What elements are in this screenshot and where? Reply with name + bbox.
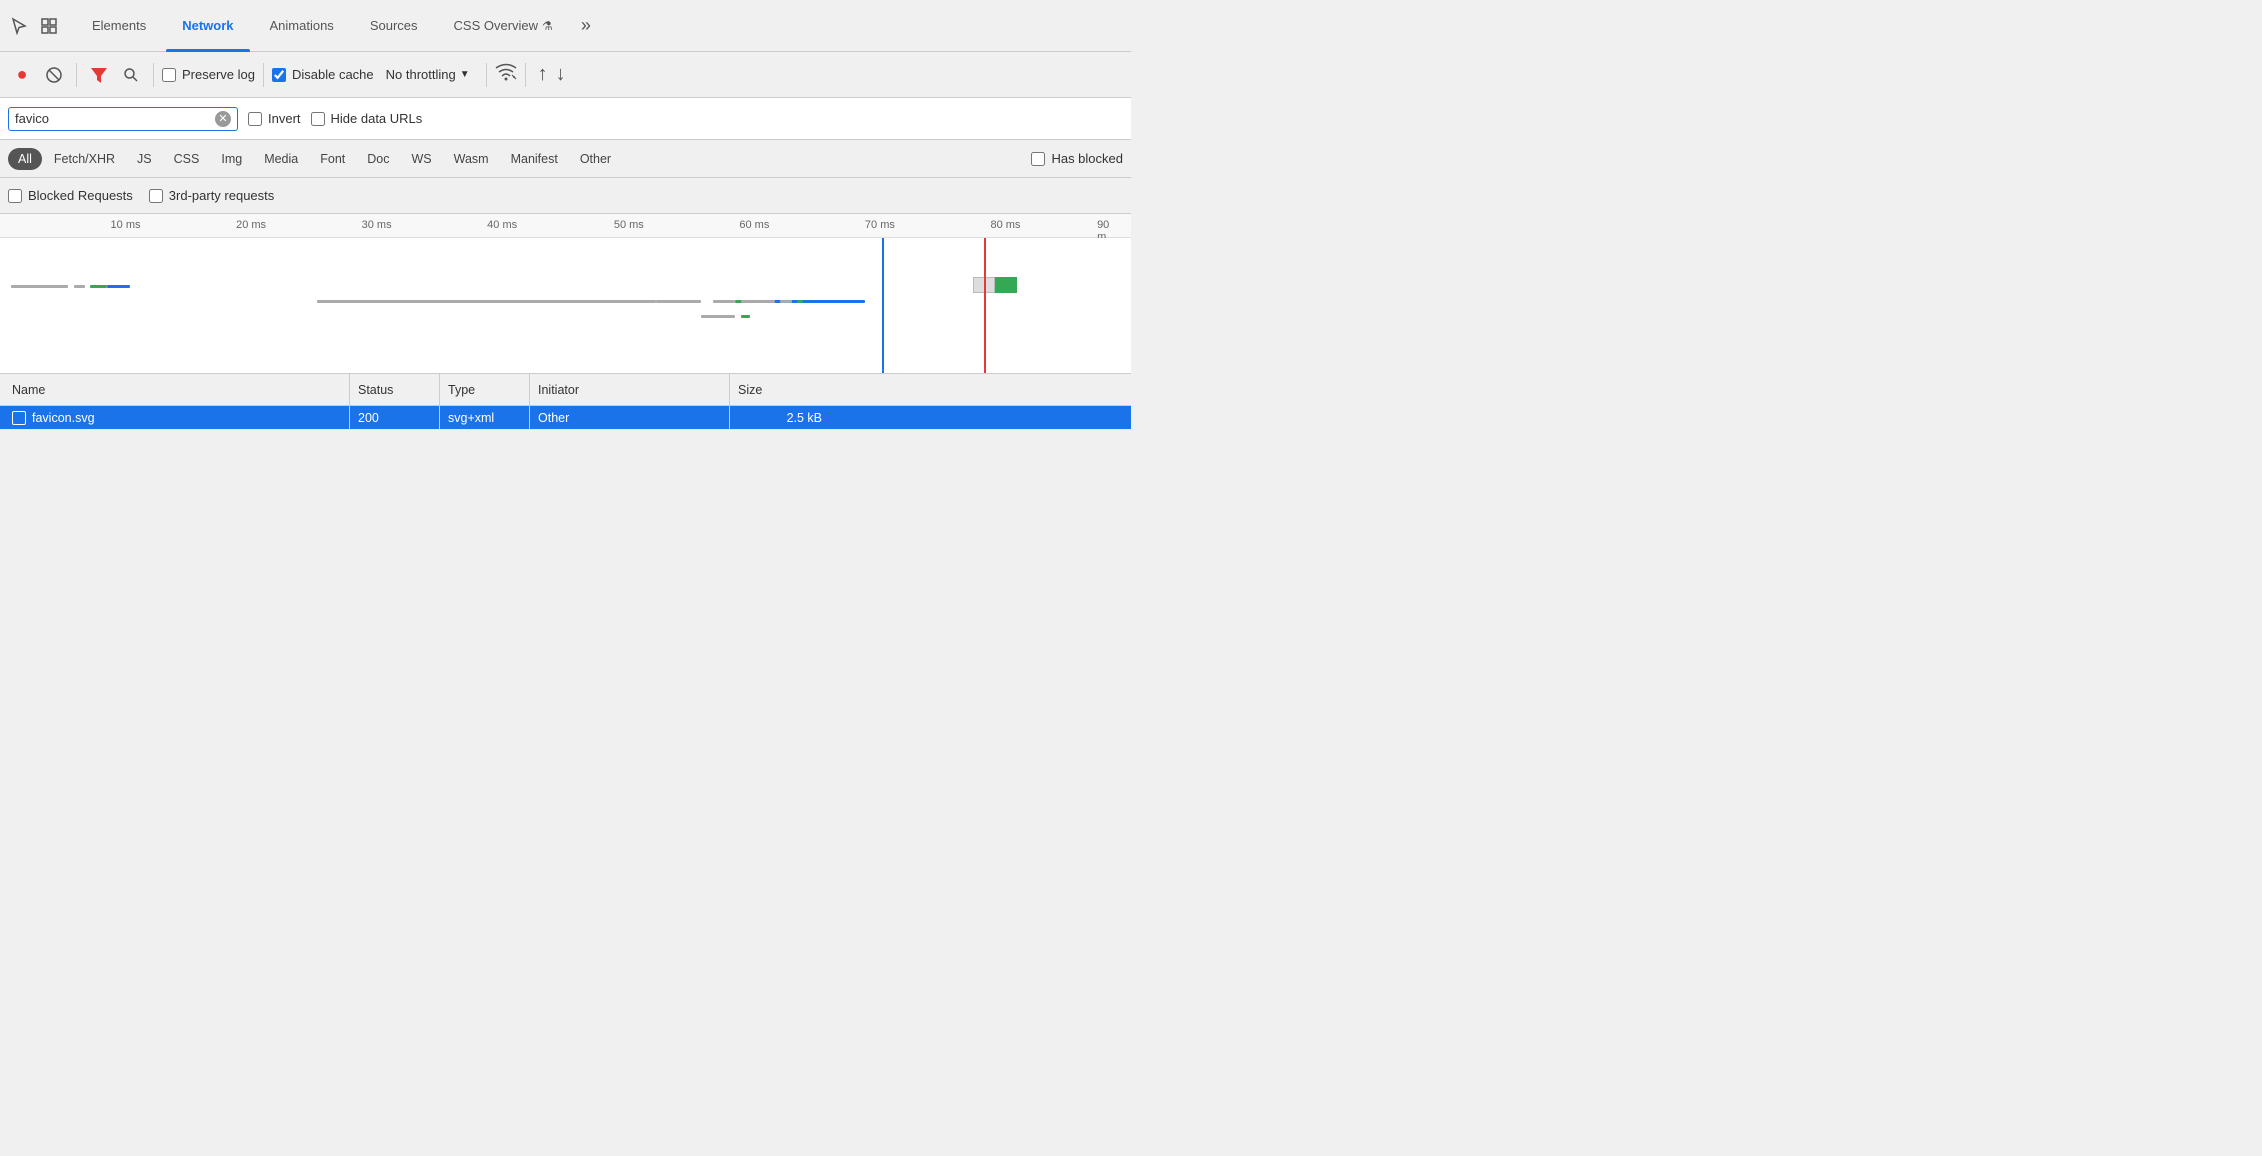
tick-50ms: 50 ms [614,219,644,231]
type-filter-fetch-xhr[interactable]: Fetch/XHR [44,148,125,170]
search-button[interactable] [117,61,145,89]
table-area: Name Status Type Initiator Size favicon.… [0,374,1131,430]
hide-data-urls-checkbox[interactable] [311,112,325,126]
col-header-status: Status [350,374,440,405]
download-icon[interactable]: ↓ [556,63,566,86]
invert-text: Invert [268,111,301,126]
blue-vertical-line [882,238,884,374]
disable-cache-label[interactable]: Disable cache [272,67,374,82]
toolbar: ● Preserve log Disable cache No throttli… [0,52,1131,98]
row-filename: favicon.svg [32,411,95,425]
type-filter-all[interactable]: All [8,148,42,170]
tab-css-overview[interactable]: CSS Overview ⚗ [438,0,569,52]
type-filter-doc[interactable]: Doc [357,148,399,170]
type-filter-js[interactable]: JS [127,148,162,170]
has-blocked-text: Has blocked [1051,151,1123,166]
more-tabs-button[interactable]: » [573,15,599,36]
tick-80ms: 80 ms [990,219,1020,231]
inspect-icon[interactable] [38,15,60,37]
row-size: 2.5 kB [787,411,830,425]
row-checkbox[interactable] [12,411,26,425]
tab-sources[interactable]: Sources [354,0,434,52]
invert-checkbox[interactable] [248,112,262,126]
tick-10ms: 10 ms [111,219,141,231]
search-box: ✕ [8,107,238,131]
no-throttling-button[interactable]: No throttling ▼ [378,64,478,85]
row-status: 200 [358,411,379,425]
type-filter-bar: All Fetch/XHR JS CSS Img Media Font Doc … [0,140,1131,178]
hide-data-urls-text: Hide data URLs [331,111,423,126]
row-size-col: 2.5 kB [730,406,830,429]
third-party-checkbox[interactable] [149,189,163,203]
col-header-name: Name [0,374,350,405]
timeline-area: 10 ms 20 ms 30 ms 40 ms 50 ms 60 ms 70 m… [0,214,1131,374]
tick-20ms: 20 ms [236,219,266,231]
col-header-size: Size [730,374,830,405]
filter-row: ✕ Invert Hide data URLs [0,98,1131,140]
third-party-text: 3rd-party requests [169,188,275,203]
type-filter-font[interactable]: Font [310,148,355,170]
type-filter-other[interactable]: Other [570,148,621,170]
timeline-bars [0,238,1131,374]
divider-2 [153,63,154,87]
has-blocked-checkbox[interactable] [1031,152,1045,166]
record-button[interactable]: ● [8,61,36,89]
type-filter-wasm[interactable]: Wasm [444,148,499,170]
search-clear-button[interactable]: ✕ [215,111,231,127]
tab-elements[interactable]: Elements [76,0,162,52]
preserve-log-checkbox[interactable] [162,68,176,82]
timeline-ruler: 10 ms 20 ms 30 ms 40 ms 50 ms 60 ms 70 m… [0,214,1131,238]
disable-cache-text: Disable cache [292,67,374,82]
third-party-label[interactable]: 3rd-party requests [149,188,275,203]
blocked-row: Blocked Requests 3rd-party requests [0,178,1131,214]
cursor-icon[interactable] [8,15,30,37]
upload-icon[interactable]: ↑ [538,63,548,86]
col-header-initiator: Initiator [530,374,730,405]
cancel-button[interactable] [40,61,68,89]
tick-40ms: 40 ms [487,219,517,231]
type-filter-css[interactable]: CSS [164,148,210,170]
tab-network[interactable]: Network [166,0,249,52]
row-initiator: Other [538,411,569,425]
type-filter-manifest[interactable]: Manifest [501,148,568,170]
row-status-col: 200 [350,406,440,429]
divider-1 [76,63,77,87]
type-filter-ws[interactable]: WS [401,148,441,170]
hide-data-urls-label[interactable]: Hide data URLs [311,111,423,126]
tab-bar: Elements Network Animations Sources CSS … [0,0,1131,52]
divider-5 [525,63,526,87]
blocked-requests-label[interactable]: Blocked Requests [8,188,133,203]
tick-70ms: 70 ms [865,219,895,231]
tab-bar-icons [8,15,60,37]
tick-30ms: 30 ms [362,219,392,231]
import-export-icons: ↑ ↓ [538,63,566,86]
row-type-col: svg+xml [440,406,530,429]
blocked-requests-text: Blocked Requests [28,188,133,203]
invert-label[interactable]: Invert [248,111,301,126]
divider-4 [486,63,487,87]
has-blocked-label[interactable]: Has blocked [1031,151,1123,166]
table-header: Name Status Type Initiator Size [0,374,1131,406]
row-type: svg+xml [448,411,494,425]
blocked-requests-checkbox[interactable] [8,189,22,203]
search-input[interactable] [15,111,215,126]
disable-cache-checkbox[interactable] [272,68,286,82]
row-initiator-col: Other [530,406,730,429]
table-row[interactable]: favicon.svg 200 svg+xml Other 2.5 kB [0,406,1131,430]
type-filter-media[interactable]: Media [254,148,308,170]
preserve-log-label[interactable]: Preserve log [162,67,255,82]
divider-3 [263,63,264,87]
type-filter-img[interactable]: Img [211,148,252,170]
dropdown-arrow-icon: ▼ [460,69,470,80]
no-throttling-label: No throttling [386,67,456,82]
filter-button[interactable] [85,61,113,89]
tab-animations[interactable]: Animations [254,0,350,52]
preserve-log-text: Preserve log [182,67,255,82]
col-header-type: Type [440,374,530,405]
red-vertical-line [984,238,986,374]
network-settings-icon[interactable] [495,63,517,86]
row-name-col: favicon.svg [0,406,350,429]
tick-60ms: 60 ms [739,219,769,231]
